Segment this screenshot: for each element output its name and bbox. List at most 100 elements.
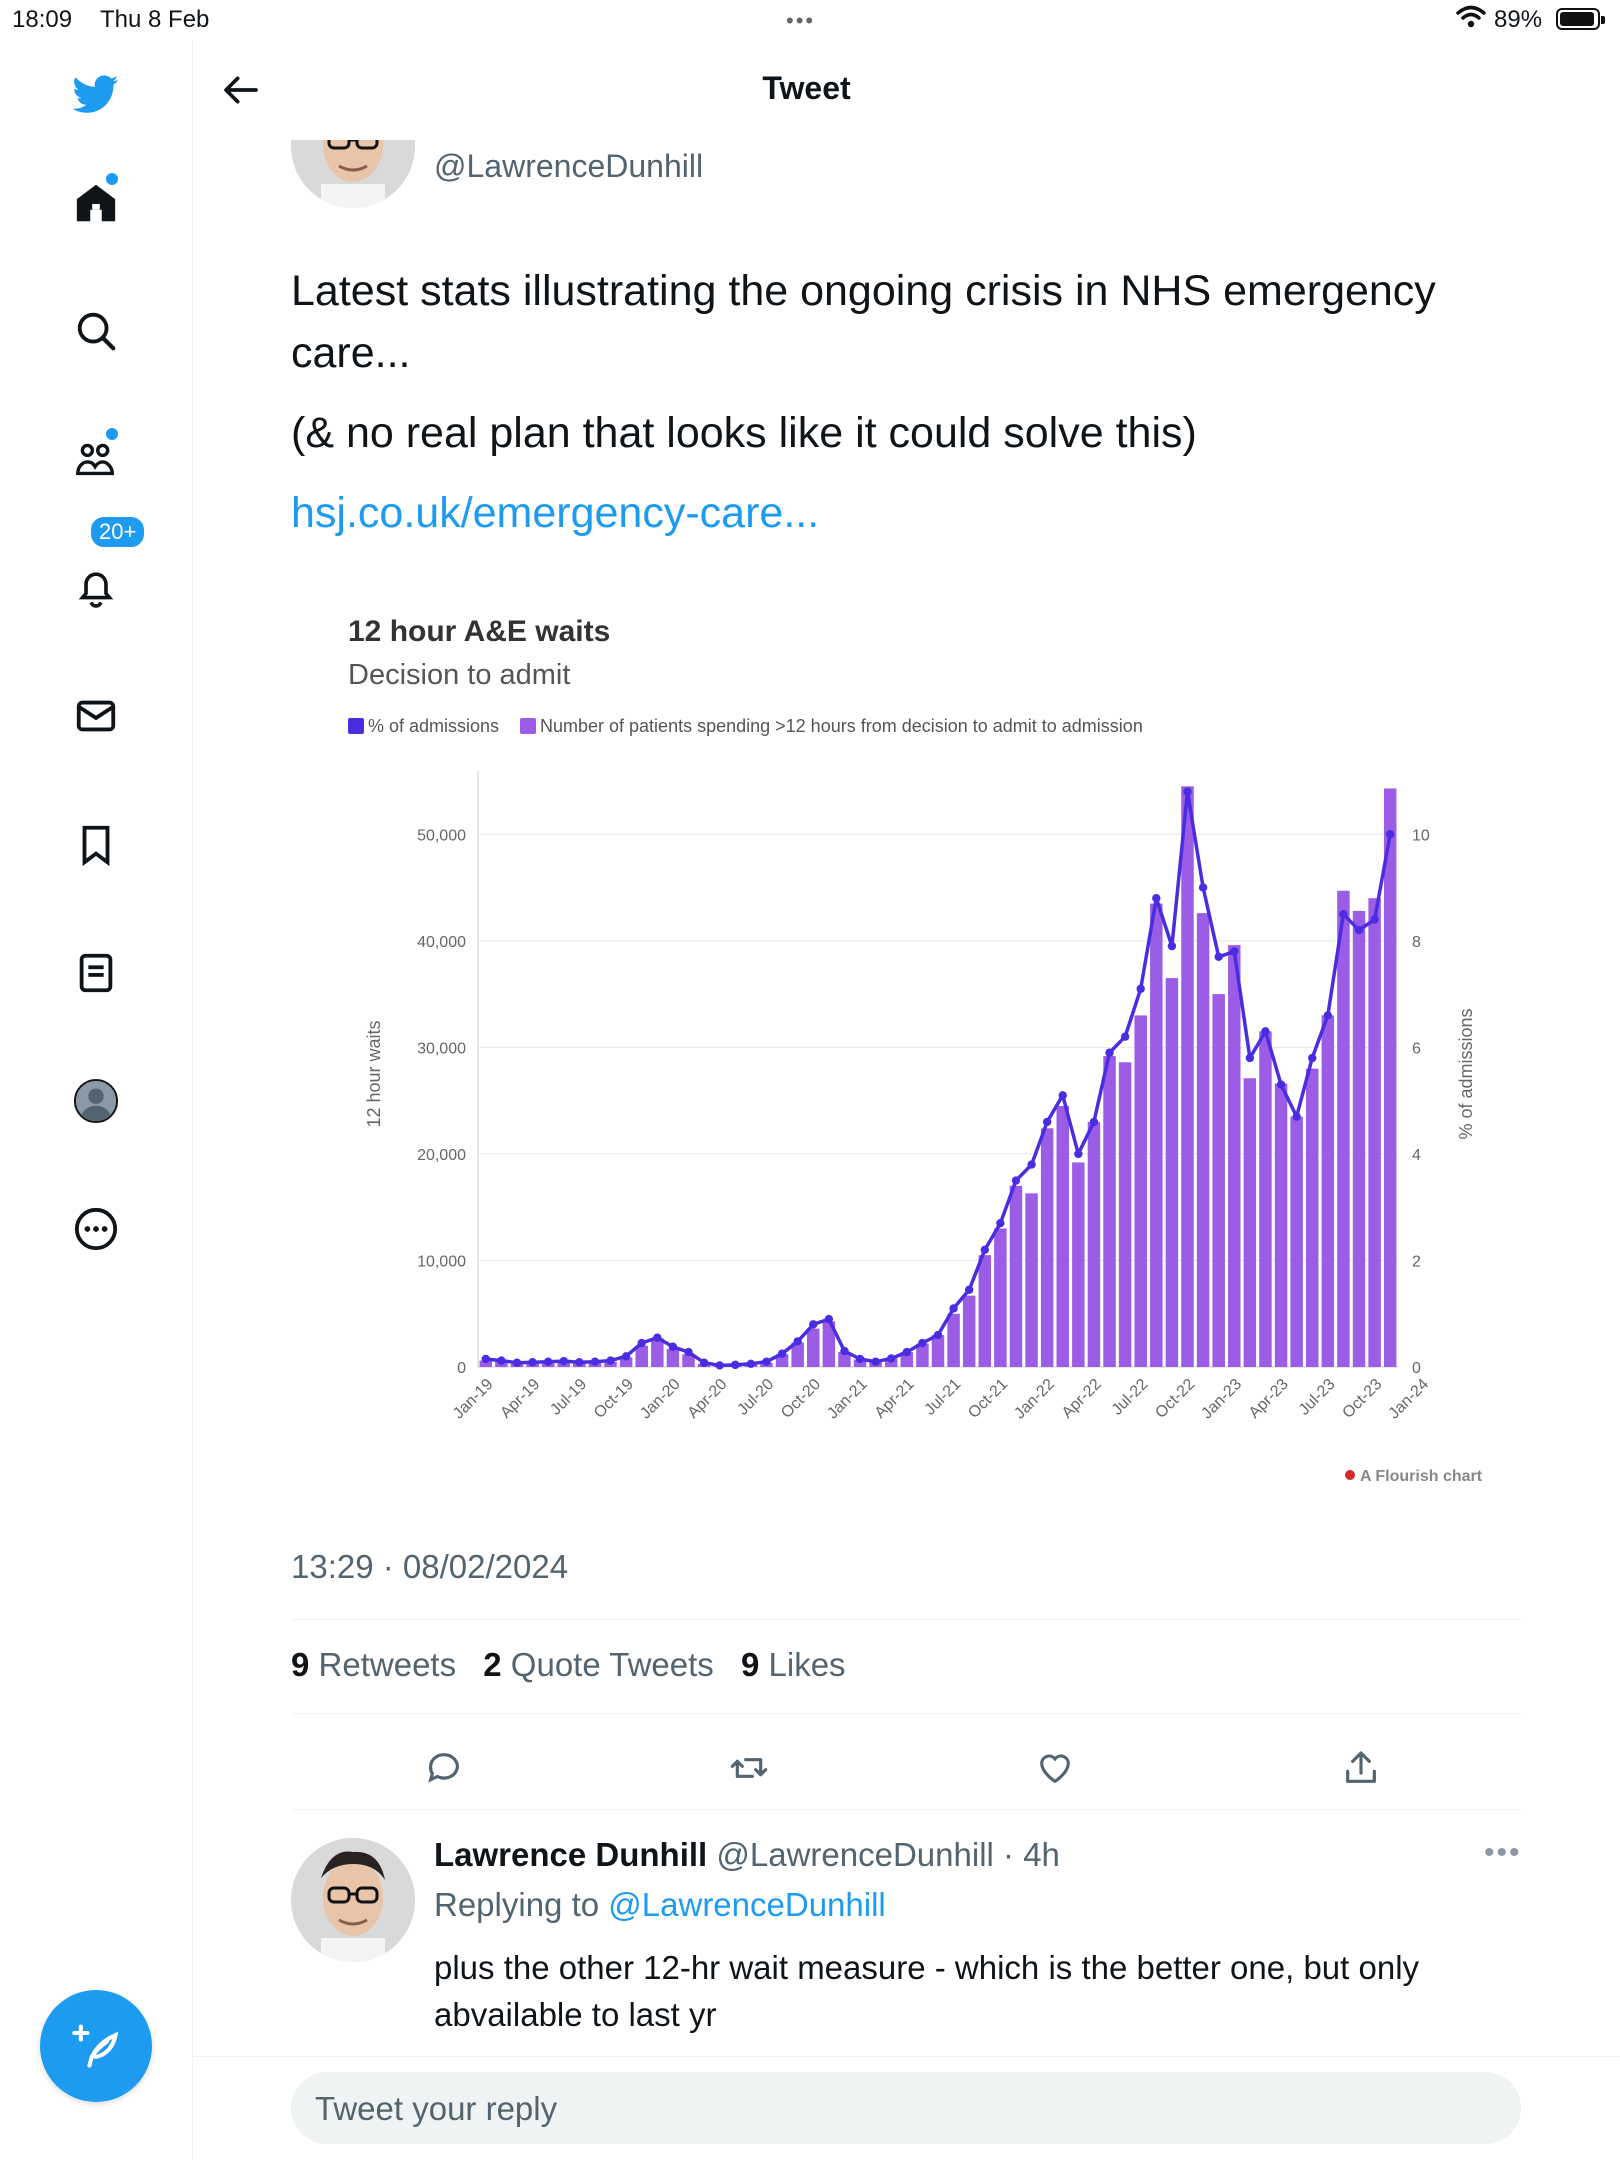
chart-image[interactable]: 12 hour A&E waits Decision to admit % of a… <box>330 605 1550 1505</box>
notifications-badge: 20+ <box>88 514 148 550</box>
author-handle[interactable]: @LawrenceDunhill <box>434 148 703 185</box>
bar <box>1306 1068 1319 1367</box>
bar <box>1274 1083 1288 1367</box>
x-tick-label: Jul-23 <box>1296 1376 1339 1419</box>
line-point <box>762 1357 771 1366</box>
notifications-bell-icon[interactable] <box>66 558 126 618</box>
y-tick-label: 0 <box>457 1360 466 1377</box>
x-tick-label: Oct-21 <box>965 1376 1011 1422</box>
line-point <box>1308 1053 1317 1063</box>
line-point <box>668 1342 678 1351</box>
legend-swatch-bar <box>520 718 536 734</box>
twitter-logo-icon[interactable] <box>66 64 126 124</box>
line-point <box>559 1356 568 1366</box>
chart-title: 12 hour A&E waits <box>348 615 610 648</box>
retweets-label[interactable]: Retweets <box>319 1646 457 1683</box>
line-point <box>1027 1160 1036 1169</box>
line-point <box>543 1357 553 1366</box>
x-tick-label: Oct-20 <box>778 1376 824 1422</box>
line-point <box>1042 1117 1052 1127</box>
line-point <box>1323 1011 1333 1020</box>
status-date: Thu 8 Feb <box>100 6 210 33</box>
home-unread-dot <box>106 173 118 185</box>
wifi-icon <box>1456 5 1486 28</box>
tweet-timestamp[interactable]: 13:29 · 08/02/2024 <box>291 1548 568 1586</box>
bar <box>1337 890 1350 1367</box>
reply-author-avatar[interactable] <box>291 1838 415 1962</box>
line-point <box>902 1347 912 1357</box>
line-point <box>1245 1053 1255 1063</box>
reply-handle-time[interactable]: @LawrenceDunhill · 4h <box>716 1836 1060 1873</box>
communities-icon[interactable] <box>66 430 126 490</box>
tweet-stats: 9 Retweets 2 Quote Tweets 9 Likes <box>291 1646 846 1684</box>
reply-header: Lawrence Dunhill @LawrenceDunhill · 4h <box>434 1836 1060 1874</box>
quotes-count[interactable]: 2 <box>483 1646 501 1683</box>
bar <box>1290 1116 1303 1367</box>
line-point <box>606 1356 615 1365</box>
bar <box>1009 1185 1023 1367</box>
line-point <box>980 1245 989 1254</box>
line-point <box>918 1338 927 1348</box>
retweet-button[interactable] <box>719 1738 779 1798</box>
reply-text: plus the other 12-hr wait measure - whic… <box>434 1949 1420 2033</box>
line-point <box>1198 883 1208 892</box>
line-point <box>1261 1027 1270 1036</box>
profile-avatar-icon[interactable] <box>66 1071 126 1131</box>
line-point <box>1386 830 1395 839</box>
bar <box>962 1295 976 1367</box>
divider <box>291 1713 1521 1714</box>
share-upload-icon <box>1346 1751 1376 1783</box>
legend-swatch-line <box>348 718 364 734</box>
bookmarks-icon[interactable] <box>66 815 126 875</box>
lists-icon[interactable] <box>66 943 126 1003</box>
likes-count[interactable]: 9 <box>741 1646 759 1683</box>
x-tick-label: Jan-23 <box>1198 1376 1245 1423</box>
x-tick-label: Oct-19 <box>591 1376 637 1422</box>
reply-author-name[interactable]: Lawrence Dunhill <box>434 1836 707 1873</box>
x-tick-label: Jul-22 <box>1109 1376 1152 1419</box>
reply-button[interactable] <box>414 1738 474 1798</box>
bar <box>1134 1015 1147 1367</box>
reply-input-placeholder: Tweet your reply <box>315 2090 558 2127</box>
explore-search-icon[interactable] <box>66 301 126 361</box>
line-point <box>887 1354 896 1363</box>
replying-prefix: Replying to <box>434 1886 600 1923</box>
y2-axis-title: % of admissions <box>1456 1008 1476 1139</box>
line-point <box>1276 1080 1286 1089</box>
line-point <box>575 1358 584 1367</box>
line-point <box>1120 1032 1130 1041</box>
share-button[interactable] <box>1331 1738 1391 1798</box>
battery-icon <box>1556 8 1605 30</box>
compose-tweet-button[interactable] <box>40 1990 152 2102</box>
likes-label[interactable]: Likes <box>769 1646 846 1683</box>
reply-more-icon[interactable]: ••• <box>1484 1836 1522 1870</box>
line-point <box>1011 1176 1021 1185</box>
battery-percent: 89% <box>1494 6 1543 33</box>
chart-subtitle: Decision to admit <box>348 659 570 691</box>
line-point <box>731 1360 740 1370</box>
more-options-icon[interactable] <box>66 1199 126 1259</box>
x-tick-label: Jul-20 <box>734 1376 777 1419</box>
bar <box>1072 1162 1085 1367</box>
quotes-label[interactable]: Quote Tweets <box>511 1646 714 1683</box>
bar <box>978 1255 992 1367</box>
bar <box>1259 1031 1272 1367</box>
line-point <box>1339 909 1348 919</box>
line-point <box>855 1354 865 1364</box>
line-point <box>1089 1117 1099 1127</box>
bar <box>947 1313 960 1367</box>
y-tick-label: 50,000 <box>417 827 466 844</box>
tweet-text-line-2: (& no real plan that looks like it could… <box>291 409 1197 457</box>
multitask-dots-icon[interactable]: ••• <box>786 8 815 34</box>
bar <box>1181 786 1194 1367</box>
line-point <box>637 1338 646 1348</box>
reply-input[interactable]: Tweet your reply <box>291 2072 1521 2144</box>
line-point <box>621 1352 631 1361</box>
messages-mail-icon[interactable] <box>66 686 126 746</box>
tweet-link[interactable]: hsj.co.uk/emergency-care... <box>291 489 819 537</box>
replying-handle-link[interactable]: @LawrenceDunhill <box>608 1886 885 1923</box>
retweets-count[interactable]: 9 <box>291 1646 309 1683</box>
x-tick-label: Jul-19 <box>547 1376 590 1419</box>
tweet-text: Latest stats illustrating the ongoing cr… <box>291 260 1531 562</box>
like-button[interactable] <box>1025 1738 1085 1798</box>
